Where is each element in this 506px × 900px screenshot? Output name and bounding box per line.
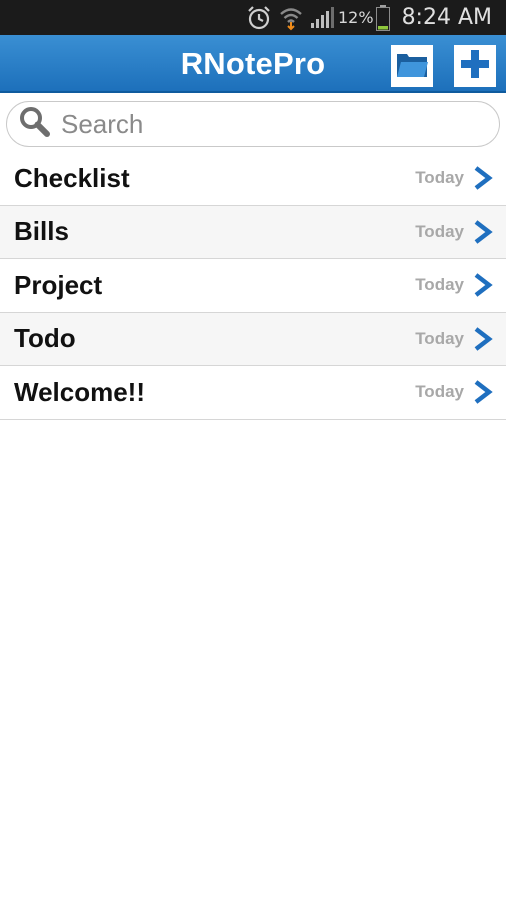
chevron-right-icon [472,272,494,298]
note-date: Today [415,221,464,241]
note-date: Today [415,168,464,188]
note-date: Today [415,328,464,348]
plus-icon [459,48,491,85]
battery-icon [375,4,390,31]
chevron-right-icon [472,326,494,352]
battery-percent: 12% [338,8,374,27]
note-title: Bills [14,216,69,247]
note-date: Today [415,275,464,295]
list-item-bills[interactable]: Bills Today [0,205,506,259]
clock: 8:24 AM [401,5,492,30]
add-note-button[interactable] [454,45,496,87]
search-icon [19,106,51,143]
chevron-right-icon [472,219,494,245]
folder-button[interactable] [391,45,433,87]
note-title: Project [14,269,103,300]
folder-icon [395,49,429,84]
note-title: Todo [14,323,76,354]
notes-list: Checklist Today Bills Today Project Toda… [0,152,506,420]
note-title: Welcome!! [14,376,145,407]
list-item-welcome[interactable]: Welcome!! Today [0,366,506,420]
list-item-project[interactable]: Project Today [0,259,506,313]
search-bar[interactable] [6,101,500,147]
app-bar: RNotePro [0,35,506,93]
note-date: Today [415,382,464,402]
list-item-checklist[interactable]: Checklist Today [0,152,506,206]
list-item-todo[interactable]: Todo Today [0,312,506,366]
status-bar: 12% 8:24 AM [0,0,506,35]
wifi-icon [278,5,304,31]
alarm-icon [246,5,272,31]
note-title: Checklist [14,162,130,193]
chevron-right-icon [472,165,494,191]
chevron-right-icon [472,379,494,405]
signal-icon [310,6,334,29]
search-input[interactable] [61,108,461,140]
